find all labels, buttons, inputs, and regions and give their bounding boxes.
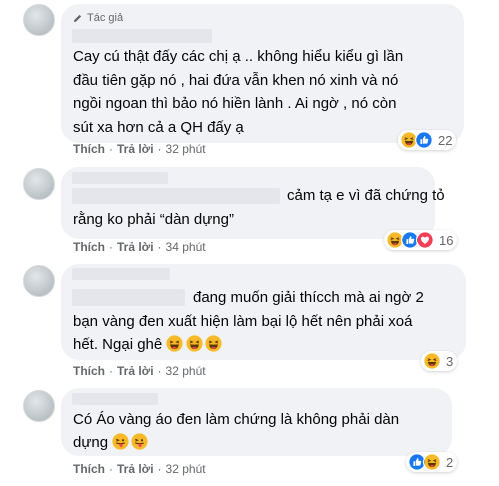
reaction-summary[interactable]: 22 [398, 130, 457, 150]
separator-dot: · [157, 364, 162, 378]
reaction-count: 16 [439, 232, 454, 248]
like-link[interactable]: Thích [73, 462, 105, 476]
comment-text-line: bạn vàng đen xuất hiện làm bại lộ hết nê… [73, 313, 413, 330]
comment-timestamp[interactable]: 32 phút [166, 142, 206, 156]
redacted-name [72, 172, 168, 184]
comment-text-line: cảm tạ e vì đã chứng tỏ [287, 187, 445, 204]
reaction-count: 3 [446, 353, 454, 369]
redacted-name [72, 268, 170, 280]
tongue-out-icon [131, 433, 148, 450]
haha-icon [423, 453, 441, 471]
comment-actions: Thích · Trả lời · 32 phút [73, 142, 206, 156]
comment-timestamp[interactable]: 32 phút [166, 462, 206, 476]
redacted-name [72, 289, 185, 306]
comment-timestamp[interactable]: 34 phút [166, 240, 206, 254]
reply-link[interactable]: Trả lời [117, 364, 154, 378]
haha-icon [205, 335, 222, 352]
comment-text-line: Cay cú thật đấy các chị ạ .. không hiểu … [73, 48, 404, 65]
separator-dot: · [109, 364, 113, 378]
pencil-icon [73, 14, 82, 22]
comment-text-line: dựng [73, 431, 148, 455]
redacted-name [72, 393, 158, 405]
reaction-summary[interactable]: 3 [421, 351, 458, 371]
tongue-out-icon [112, 433, 129, 450]
separator-dot: · [157, 240, 162, 254]
reply-link[interactable]: Trả lời [117, 142, 154, 156]
reply-link[interactable]: Trả lời [117, 462, 154, 476]
like-icon [415, 131, 433, 149]
comment-actions: Thích · Trả lời · 32 phút [73, 462, 206, 476]
comment-text-line: rằng ko phải “dàn dựng” [73, 211, 234, 228]
separator-dot: · [157, 142, 162, 156]
comment-text-line: hết. Ngại ghê [73, 333, 222, 357]
comment-text-line: Có Áo vàng áo đen làm chứng là không phả… [73, 411, 400, 428]
haha-icon [423, 352, 441, 370]
author-badge-label: Tác giả [87, 12, 124, 24]
haha-icon [186, 335, 203, 352]
comment-text-line: sút xa hơn cả a QH đấy ạ [73, 119, 244, 136]
commenter-avatar[interactable] [23, 168, 55, 200]
redacted-name [72, 29, 212, 43]
separator-dot: · [109, 142, 113, 156]
love-icon [416, 231, 434, 249]
comment-text-line: đầu tiên gặp nó , hai đứa vẫn khen nó xi… [73, 72, 399, 89]
separator-dot: · [109, 462, 113, 476]
commenter-avatar[interactable] [23, 390, 55, 422]
comment-actions: Thích · Trả lời · 32 phút [73, 364, 206, 378]
commenter-avatar[interactable] [23, 4, 55, 36]
redacted-name [72, 188, 280, 204]
reaction-count: 2 [446, 454, 454, 470]
separator-dot: · [157, 462, 162, 476]
reaction-count: 22 [438, 132, 453, 148]
reaction-summary[interactable]: 16 [384, 230, 458, 250]
author-badge: Tác giả [72, 12, 123, 24]
reply-link[interactable]: Trả lời [117, 240, 154, 254]
comment-text: hết. Ngại ghê [73, 336, 163, 353]
separator-dot: · [109, 240, 113, 254]
like-link[interactable]: Thích [73, 142, 105, 156]
comment-text: dựng [73, 434, 109, 451]
comment-timestamp[interactable]: 32 phút [166, 364, 206, 378]
comment-text-line: ngồi ngoan thì bảo nó hiền lành . Ai ngờ… [73, 95, 397, 112]
haha-icon [166, 335, 183, 352]
comment-text-line: đang muốn giải thícch mà ai ngờ 2 [193, 289, 424, 306]
commenter-avatar[interactable] [23, 265, 55, 297]
reaction-summary[interactable]: 2 [406, 452, 458, 472]
like-link[interactable]: Thích [73, 240, 105, 254]
comment-actions: Thích · Trả lời · 34 phút [73, 240, 206, 254]
like-link[interactable]: Thích [73, 364, 105, 378]
